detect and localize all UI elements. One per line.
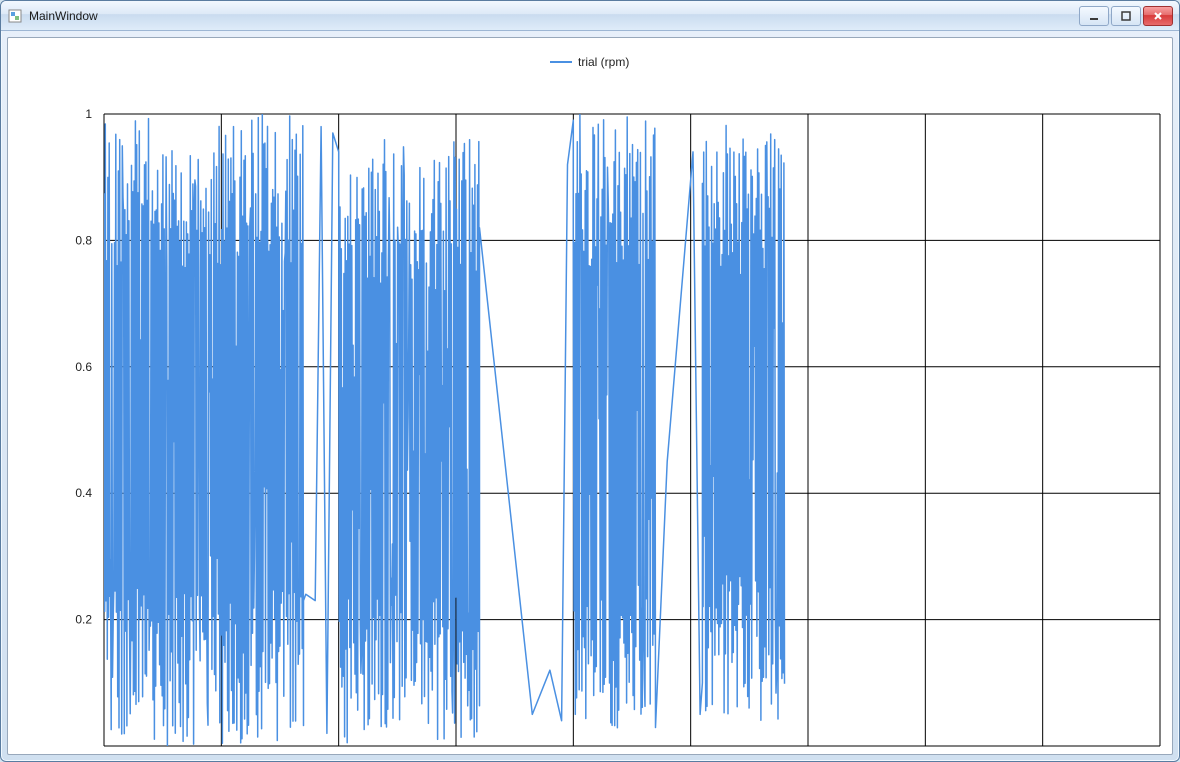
minimize-button[interactable] — [1079, 6, 1109, 26]
series-line — [104, 114, 785, 746]
legend-label: trial (rpm) — [578, 55, 629, 69]
chart-area: trial (rpm) 0.2 0.4 0.6 0.8 1 — [7, 37, 1173, 755]
app-icon — [7, 8, 23, 24]
y-tick-label: 0.6 — [75, 360, 92, 374]
main-window: MainWindow trial (rpm) 0.2 0.4 0.6 0.8 1 — [0, 0, 1180, 762]
window-buttons — [1079, 6, 1173, 26]
maximize-button[interactable] — [1111, 6, 1141, 26]
y-tick-label: 0.8 — [75, 233, 92, 247]
y-axis-labels: 0.2 0.4 0.6 0.8 1 — [75, 107, 92, 627]
close-button[interactable] — [1143, 6, 1173, 26]
titlebar[interactable]: MainWindow — [1, 1, 1179, 31]
window-title: MainWindow — [29, 9, 1079, 23]
y-tick-label: 0.4 — [75, 486, 92, 500]
legend: trial (rpm) — [550, 55, 629, 69]
y-tick-label: 0.2 — [75, 613, 92, 627]
line-chart: trial (rpm) 0.2 0.4 0.6 0.8 1 — [8, 38, 1172, 754]
y-tick-label: 1 — [85, 107, 92, 121]
